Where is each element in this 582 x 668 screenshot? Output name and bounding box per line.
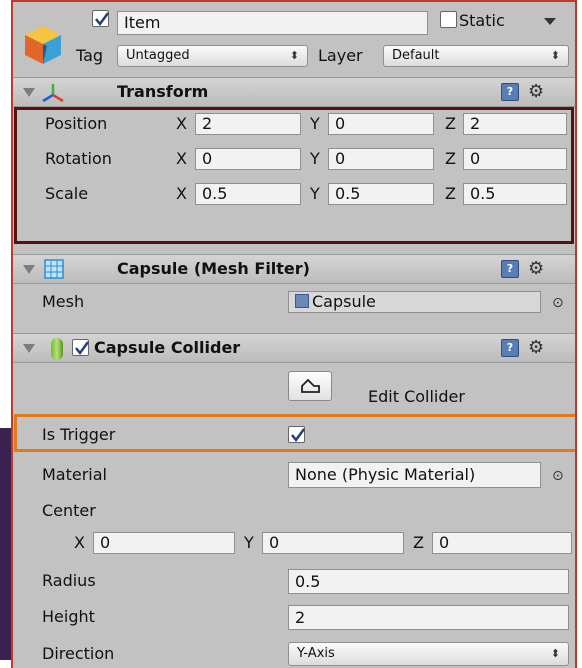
- mesh-label: Mesh: [42, 292, 85, 311]
- foldout-arrow-icon[interactable]: [23, 344, 35, 353]
- scale-x-input[interactable]: 0.5: [195, 183, 301, 205]
- material-field[interactable]: None (Physic Material): [288, 462, 541, 488]
- object-picker-icon[interactable]: ⊙: [552, 469, 564, 483]
- transform-icon: [41, 81, 65, 105]
- center-label: Center: [42, 501, 96, 520]
- rotation-z-label: Z: [445, 149, 456, 168]
- static-dropdown-arrow-icon[interactable]: [544, 18, 556, 25]
- edit-collider-label: Edit Collider: [368, 387, 465, 406]
- static-label: Static: [459, 11, 505, 30]
- edit-collider-button[interactable]: [288, 371, 332, 401]
- radius-label: Radius: [42, 571, 96, 590]
- tag-value: Untagged: [126, 48, 190, 63]
- rotation-y-input[interactable]: 0: [328, 148, 434, 170]
- gear-icon[interactable]: ⚙: [528, 83, 544, 101]
- collider-enabled-checkbox[interactable]: [72, 339, 90, 356]
- scale-y-input[interactable]: 0.5: [328, 183, 434, 205]
- position-x-label: X: [176, 114, 187, 133]
- mesh-value: Capsule: [312, 292, 376, 311]
- edit-collider-icon: [301, 378, 320, 393]
- mesh-asset-icon: [295, 294, 309, 308]
- scale-label: Scale: [45, 184, 89, 203]
- transform-title: Transform: [117, 82, 209, 101]
- rotation-z-input[interactable]: 0: [463, 148, 567, 170]
- position-z-label: Z: [445, 114, 456, 133]
- dropdown-arrows-icon: ⬍: [289, 49, 299, 62]
- position-y-label: Y: [310, 114, 320, 133]
- rotation-x-label: X: [176, 149, 187, 168]
- tag-dropdown[interactable]: Untagged ⬍: [117, 45, 308, 67]
- direction-value: Y-Axis: [297, 646, 335, 661]
- center-y-label: Y: [244, 533, 254, 552]
- gear-icon[interactable]: ⚙: [528, 260, 544, 278]
- capsule-collider-title: Capsule Collider: [94, 338, 241, 357]
- mesh-filter-icon: [44, 259, 64, 279]
- mesh-field[interactable]: Capsule: [288, 291, 541, 313]
- center-z-input[interactable]: 0: [432, 532, 572, 554]
- mesh-filter-title: Capsule (Mesh Filter): [117, 259, 310, 278]
- capsule-collider-icon: [51, 338, 63, 360]
- scale-x-label: X: [176, 184, 187, 203]
- foldout-arrow-icon[interactable]: [23, 265, 35, 274]
- capsule-collider-header[interactable]: Capsule Collider ? ⚙: [13, 333, 575, 363]
- active-checkbox[interactable]: [92, 10, 110, 27]
- is-trigger-label: Is Trigger: [42, 425, 116, 444]
- help-icon[interactable]: ?: [501, 339, 519, 357]
- transform-section: Position X 2 Y 0 Z 2 Rotation X 0 Y 0 Z …: [14, 107, 574, 244]
- material-label: Material: [42, 465, 107, 484]
- center-z-label: Z: [413, 533, 424, 552]
- center-x-input[interactable]: 0: [93, 532, 235, 554]
- height-input[interactable]: 2: [288, 605, 569, 630]
- radius-input[interactable]: 0.5: [288, 569, 569, 594]
- is-trigger-checkbox[interactable]: [288, 426, 306, 443]
- object-name-input[interactable]: Item: [117, 11, 428, 35]
- gear-icon[interactable]: ⚙: [528, 339, 544, 357]
- gameobject-icon: [21, 22, 65, 66]
- inspector-panel: Item Static Tag Untagged ⬍ Layer Default…: [11, 0, 577, 668]
- mesh-filter-header[interactable]: Capsule (Mesh Filter) ? ⚙: [13, 254, 575, 284]
- dropdown-arrows-icon: ⬍: [550, 49, 560, 62]
- static-checkbox[interactable]: [440, 11, 457, 28]
- help-icon[interactable]: ?: [501, 260, 519, 278]
- position-y-input[interactable]: 0: [328, 113, 434, 135]
- scale-y-label: Y: [310, 184, 320, 203]
- position-x-input[interactable]: 2: [195, 113, 301, 135]
- center-y-input[interactable]: 0: [262, 532, 404, 554]
- height-label: Height: [42, 607, 95, 626]
- object-picker-icon[interactable]: ⊙: [552, 296, 564, 310]
- layer-value: Default: [392, 48, 440, 63]
- rotation-y-label: Y: [310, 149, 320, 168]
- center-x-label: X: [74, 533, 85, 552]
- scale-z-input[interactable]: 0.5: [463, 183, 567, 205]
- position-z-input[interactable]: 2: [463, 113, 567, 135]
- help-icon[interactable]: ?: [501, 83, 519, 101]
- rotation-label: Rotation: [45, 149, 112, 168]
- scale-z-label: Z: [445, 184, 456, 203]
- foldout-arrow-icon[interactable]: [23, 88, 35, 97]
- direction-dropdown[interactable]: Y-Axis ⬍: [288, 642, 569, 666]
- rotation-x-input[interactable]: 0: [195, 148, 301, 170]
- layer-label: Layer: [318, 46, 363, 65]
- transform-header[interactable]: Transform ? ⚙: [13, 77, 575, 107]
- dropdown-arrows-icon: ⬍: [550, 647, 560, 660]
- tag-label: Tag: [76, 46, 104, 65]
- layer-dropdown[interactable]: Default ⬍: [383, 45, 569, 67]
- direction-label: Direction: [42, 644, 115, 663]
- position-label: Position: [45, 114, 108, 133]
